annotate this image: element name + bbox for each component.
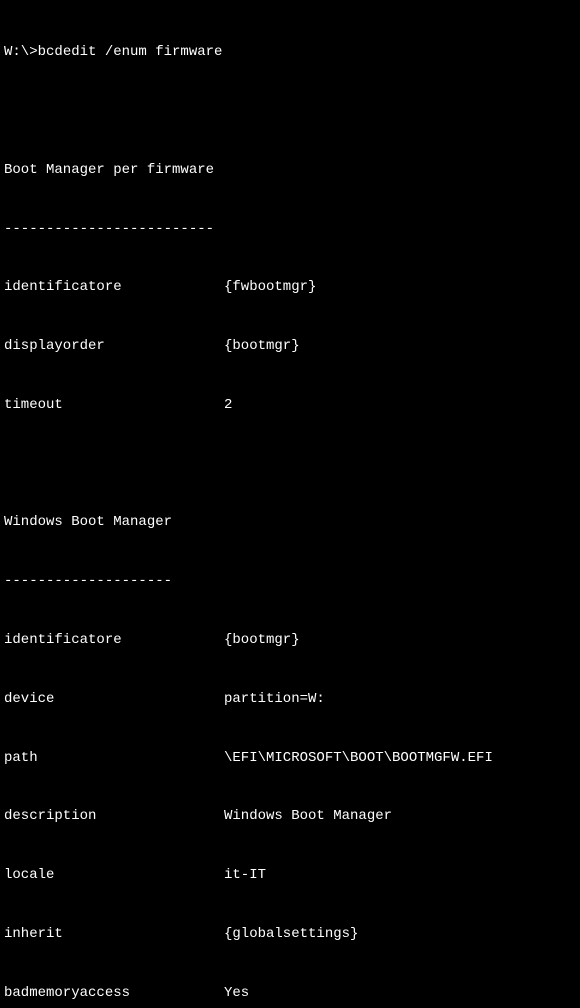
section-divider: --------------------: [4, 572, 576, 592]
output-key: identificatore: [4, 631, 224, 651]
section-title-firmware: Boot Manager per firmware: [4, 161, 576, 181]
output-value: {fwbootmgr}: [224, 278, 576, 298]
output-key: displayorder: [4, 337, 224, 357]
output-key: badmemoryaccess: [4, 984, 224, 1004]
output-row: identificatore{fwbootmgr}: [4, 278, 576, 298]
output-value: partition=W:: [224, 690, 576, 710]
section-title-bootmgr: Windows Boot Manager: [4, 513, 576, 533]
output-value: {bootmgr}: [224, 631, 576, 651]
prompt: W:\>: [4, 43, 38, 63]
output-key: path: [4, 749, 224, 769]
output-row: badmemoryaccessYes: [4, 984, 576, 1004]
output-row: devicepartition=W:: [4, 690, 576, 710]
output-value: 2: [224, 396, 576, 416]
output-value: {bootmgr}: [224, 337, 576, 357]
blank-line: [4, 102, 576, 122]
output-key: timeout: [4, 396, 224, 416]
output-value: it-IT: [224, 866, 576, 886]
output-value: Yes: [224, 984, 576, 1004]
output-key: locale: [4, 866, 224, 886]
output-row: timeout2: [4, 396, 576, 416]
output-key: description: [4, 807, 224, 827]
output-row: inherit{globalsettings}: [4, 925, 576, 945]
output-value: {globalsettings}: [224, 925, 576, 945]
output-row: path\EFI\MICROSOFT\BOOT\BOOTMGFW.EFI: [4, 749, 576, 769]
output-row: displayorder{bootmgr}: [4, 337, 576, 357]
output-value: Windows Boot Manager: [224, 807, 576, 827]
output-row: descriptionWindows Boot Manager: [4, 807, 576, 827]
terminal-output: W:\>bcdedit /enum firmware Boot Manager …: [4, 4, 576, 1008]
output-row: identificatore{bootmgr}: [4, 631, 576, 651]
blank-line: [4, 455, 576, 475]
output-value: \EFI\MICROSOFT\BOOT\BOOTMGFW.EFI: [224, 749, 576, 769]
output-key: device: [4, 690, 224, 710]
output-key: identificatore: [4, 278, 224, 298]
command-text: bcdedit /enum firmware: [38, 43, 223, 63]
output-row: localeit-IT: [4, 866, 576, 886]
output-key: inherit: [4, 925, 224, 945]
command-line: W:\>bcdedit /enum firmware: [4, 43, 576, 63]
section-divider: -------------------------: [4, 220, 576, 240]
